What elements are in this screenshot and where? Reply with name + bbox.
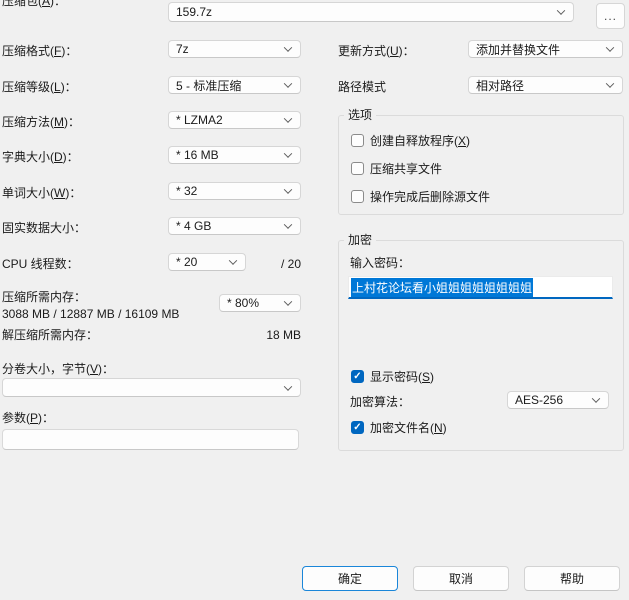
dictionary-size-label: 字典大小(D)： xyxy=(2,150,79,164)
show-password-checkbox[interactable]: ✓ 显示密码(S) xyxy=(351,368,434,385)
create-sfx-checkbox[interactable]: 创建自释放程序(X) xyxy=(351,132,470,149)
archive-name-value: 159.7z xyxy=(176,5,212,19)
parameters-label: 参数(P)： xyxy=(2,411,54,425)
path-mode-label: 路径模式 xyxy=(338,80,386,94)
chevron-down-icon xyxy=(284,149,292,157)
chevron-down-icon xyxy=(606,79,614,87)
encryption-method-combo[interactable]: AES-256 xyxy=(507,391,609,409)
delete-after-compress-checkbox[interactable]: 操作完成后删除源文件 xyxy=(351,188,490,205)
word-size-combo[interactable]: * 32 xyxy=(168,182,301,200)
memory-decompress-label: 解压缩所需内存： xyxy=(2,328,98,342)
checkbox-unchecked-icon[interactable] xyxy=(351,190,364,203)
chevron-down-icon xyxy=(284,297,292,305)
volume-size-label: 分卷大小，字节(V)： xyxy=(2,362,114,376)
parameters-input[interactable] xyxy=(2,429,299,450)
chevron-down-icon xyxy=(229,256,237,264)
password-label: 输入密码： xyxy=(350,256,410,270)
create-sfx-label: 创建自释放程序(X) xyxy=(370,132,470,149)
memory-compress-label: 压缩所需内存： xyxy=(2,290,86,304)
chevron-down-icon xyxy=(606,43,614,51)
volume-size-combo[interactable] xyxy=(2,378,301,397)
password-selected-text: 上村花论坛看小姐姐姐姐姐姐姐姐 xyxy=(351,278,533,297)
encrypt-filenames-label: 加密文件名(N) xyxy=(370,419,447,436)
browse-button[interactable]: ... xyxy=(596,3,625,29)
level-label: 压缩等级(L)： xyxy=(2,80,77,94)
archive-name-combo[interactable]: 159.7z xyxy=(168,2,574,22)
chevron-down-icon xyxy=(284,79,292,87)
checkbox-checked-icon[interactable]: ✓ xyxy=(351,370,364,383)
solid-block-size-label: 固实数据大小： xyxy=(2,221,86,235)
options-group-title: 选项 xyxy=(344,108,376,122)
chevron-down-icon xyxy=(284,220,292,228)
cancel-button[interactable]: 取消 xyxy=(413,566,509,591)
level-combo[interactable]: 5 - 标准压缩 xyxy=(168,76,301,94)
method-combo[interactable]: * LZMA2 xyxy=(168,111,301,129)
checkbox-unchecked-icon[interactable] xyxy=(351,162,364,175)
cpu-threads-label: CPU 线程数： xyxy=(2,257,79,271)
memory-decompress-value: 18 MB xyxy=(201,328,301,342)
encrypt-filenames-checkbox[interactable]: ✓ 加密文件名(N) xyxy=(351,419,447,436)
checkbox-checked-icon[interactable]: ✓ xyxy=(351,421,364,434)
chevron-down-icon xyxy=(592,394,600,402)
encryption-group-title: 加密 xyxy=(344,233,376,247)
update-mode-label: 更新方式(U)： xyxy=(338,44,415,58)
chevron-down-icon xyxy=(284,185,292,193)
chevron-down-icon xyxy=(284,114,292,122)
word-size-label: 单词大小(W)： xyxy=(2,186,81,200)
checkbox-unchecked-icon[interactable] xyxy=(351,134,364,147)
ok-button[interactable]: 确定 xyxy=(302,566,398,591)
delete-after-compress-label: 操作完成后删除源文件 xyxy=(370,188,490,205)
format-combo[interactable]: 7z xyxy=(168,40,301,58)
dictionary-size-combo[interactable]: * 16 MB xyxy=(168,146,301,164)
format-label: 压缩格式(F)： xyxy=(2,44,77,58)
cpu-threads-max: / 20 xyxy=(281,257,301,271)
cpu-threads-combo[interactable]: * 20 xyxy=(168,253,246,271)
chevron-down-icon xyxy=(284,382,292,390)
compress-shared-checkbox[interactable]: 压缩共享文件 xyxy=(351,160,442,177)
path-mode-combo[interactable]: 相对路径 xyxy=(468,76,623,94)
help-button[interactable]: 帮助 xyxy=(524,566,620,591)
memory-usage-combo[interactable]: * 80% xyxy=(219,294,301,312)
memory-compress-detail: 3088 MB / 12887 MB / 16109 MB xyxy=(2,307,179,321)
compress-shared-label: 压缩共享文件 xyxy=(370,160,442,177)
update-mode-combo[interactable]: 添加并替换文件 xyxy=(468,40,623,58)
chevron-down-icon xyxy=(284,43,292,51)
solid-block-size-combo[interactable]: * 4 GB xyxy=(168,217,301,235)
method-label: 压缩方法(M)： xyxy=(2,115,80,129)
password-input[interactable]: 上村花论坛看小姐姐姐姐姐姐姐姐 xyxy=(348,276,613,299)
show-password-label: 显示密码(S) xyxy=(370,368,434,385)
archive-name-label: 压缩包(A)： xyxy=(2,0,66,8)
encryption-method-label: 加密算法： xyxy=(350,395,410,409)
chevron-down-icon xyxy=(557,6,565,14)
